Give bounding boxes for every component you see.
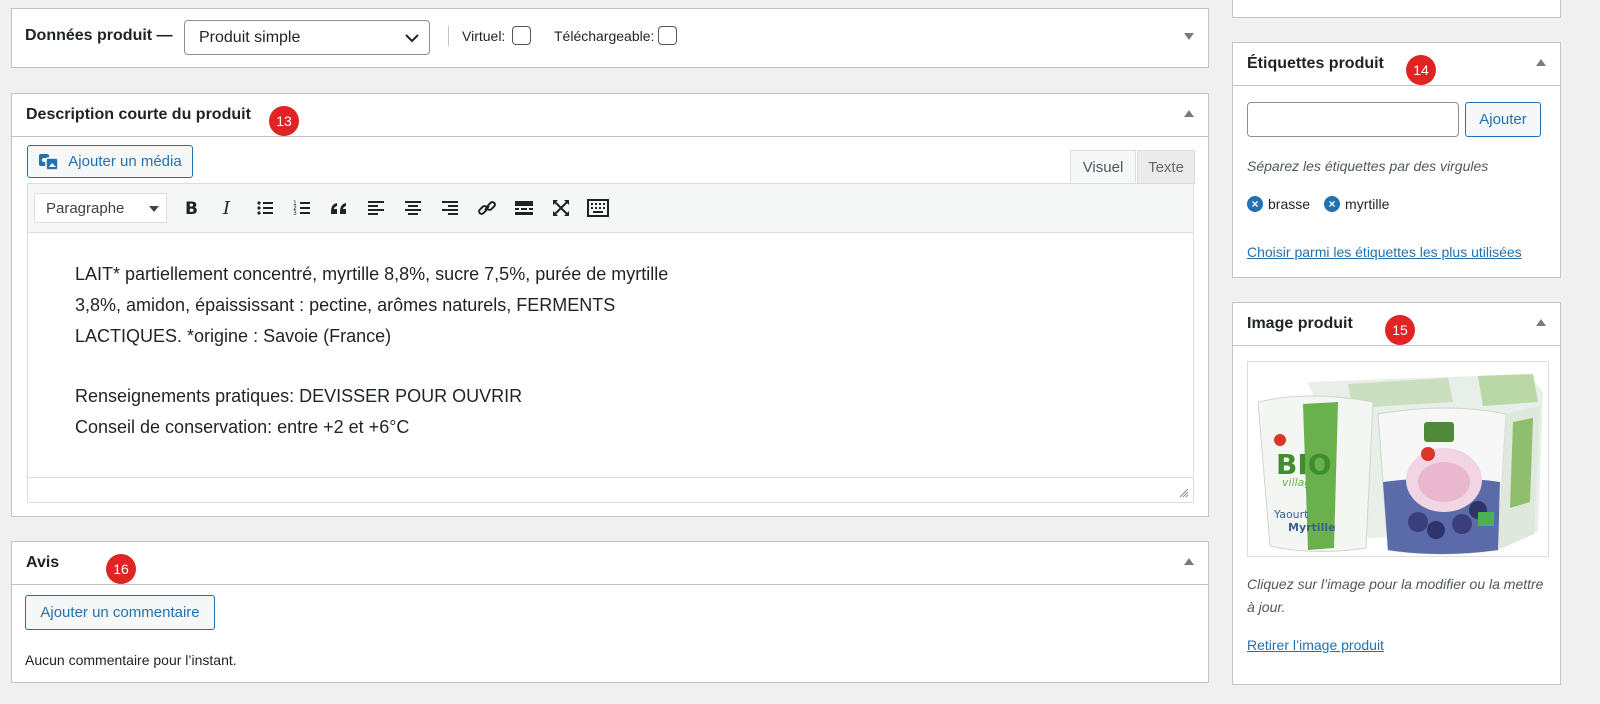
svg-text:B: B: [185, 199, 198, 218]
align-center-icon[interactable]: [400, 195, 426, 221]
editor-toolbar: Paragraphe B I 123: [28, 184, 1193, 233]
no-comments-text: Aucun commentaire pour l’instant.: [25, 652, 237, 668]
virtual-checkbox[interactable]: [512, 26, 531, 45]
toggle-panel-icon[interactable]: [1184, 33, 1194, 40]
tag-label: myrtille: [1345, 196, 1390, 212]
short-description-header: Description courte du produit 13: [12, 94, 1208, 137]
previous-sidebar-box: [1232, 0, 1561, 18]
blockquote-icon[interactable]: [326, 195, 352, 221]
toggle-panel-icon[interactable]: [1184, 558, 1194, 565]
reviews-box: Avis 16 Ajouter un commentaire Aucun com…: [11, 541, 1209, 683]
fullscreen-icon[interactable]: [548, 195, 574, 221]
add-tag-button[interactable]: Ajouter: [1465, 102, 1541, 137]
product-image[interactable]: BIO village Yaourt Myrtille: [1247, 361, 1549, 557]
content-line: Conseil de conservation: entre +2 et +6°…: [75, 417, 410, 437]
tab-text[interactable]: Texte: [1137, 150, 1195, 184]
annotation-badge-16: 16: [106, 554, 136, 584]
format-select[interactable]: Paragraphe: [34, 193, 167, 223]
product-data-title: Données produit —: [25, 27, 173, 44]
remove-tag-icon[interactable]: ×: [1247, 196, 1263, 212]
product-flavor-text: Myrtille: [1288, 521, 1336, 534]
format-select-value: Paragraphe: [46, 199, 125, 217]
product-image-box: Image produit 15 BIO village Yaourt Myrt…: [1232, 302, 1561, 685]
tag-list: × brasse × myrtille: [1247, 196, 1389, 212]
svg-text:3: 3: [293, 210, 297, 217]
content-line: LACTIQUES. *origine : Savoie (France): [75, 326, 392, 346]
numbered-list-icon[interactable]: 123: [289, 195, 315, 221]
media-icon: [39, 153, 60, 171]
chevron-down-icon: [405, 34, 419, 43]
add-tag-label: Ajouter: [1479, 111, 1527, 128]
virtual-label: Virtuel:: [462, 28, 506, 44]
tag-label: brasse: [1268, 196, 1311, 212]
toolbar-toggle-icon[interactable]: [585, 195, 611, 221]
italic-icon[interactable]: I: [215, 195, 241, 221]
product-data-box: Données produit — Produit simple Virtuel…: [11, 8, 1209, 68]
tag-item: × myrtille: [1324, 196, 1389, 212]
read-more-icon[interactable]: [511, 195, 537, 221]
add-comment-button[interactable]: Ajouter un commentaire: [25, 595, 215, 630]
divider: [448, 26, 449, 46]
remove-tag-icon[interactable]: ×: [1324, 196, 1341, 212]
resize-handle-icon[interactable]: [1179, 488, 1189, 498]
most-used-tags-link[interactable]: Choisir parmi les étiquettes les plus ut…: [1247, 244, 1522, 260]
toolbar-buttons: B I 123: [178, 195, 611, 221]
add-comment-label: Ajouter un commentaire: [40, 604, 200, 621]
content-line: 3,8%, amidon, épaississant : pectine, ar…: [75, 295, 616, 315]
product-image-header: Image produit 15: [1233, 303, 1560, 346]
editor-content[interactable]: LAIT* partiellement concentré, myrtille …: [28, 233, 1193, 477]
toggle-panel-icon[interactable]: [1536, 319, 1546, 326]
add-media-button[interactable]: Ajouter un média: [27, 145, 193, 178]
content-line: Renseignements pratiques: DEVISSER POUR …: [75, 386, 523, 406]
product-tags-header: Étiquettes produit 14: [1233, 43, 1560, 86]
yogurt-pack-image: BIO village Yaourt Myrtille: [1257, 374, 1543, 555]
bold-icon[interactable]: B: [178, 195, 204, 221]
product-name-text: Yaourt: [1273, 508, 1309, 521]
product-tags-title: Étiquettes produit: [1247, 55, 1384, 72]
reviews-title: Avis: [26, 554, 60, 571]
product-type-select[interactable]: Produit simple: [184, 20, 430, 55]
brand-sub-text: village: [1282, 476, 1318, 489]
reviews-header: Avis 16: [12, 542, 1208, 585]
tab-visual[interactable]: Visuel: [1070, 150, 1136, 184]
tag-input[interactable]: [1247, 102, 1459, 137]
align-left-icon[interactable]: [363, 195, 389, 221]
product-type-value: Produit simple: [199, 28, 301, 46]
caret-down-icon: [149, 206, 159, 212]
product-tags-box: Étiquettes produit 14 Ajouter Séparez le…: [1232, 42, 1561, 278]
link-icon[interactable]: [474, 195, 500, 221]
annotation-badge-13: 13: [269, 106, 299, 136]
tab-text-label: Texte: [1148, 159, 1184, 176]
svg-text:I: I: [222, 198, 231, 218]
product-image-title: Image produit: [1247, 315, 1353, 332]
tags-help-text: Séparez les étiquettes par des virgules: [1247, 158, 1489, 174]
annotation-badge-15: 15: [1385, 315, 1415, 345]
remove-product-image-link[interactable]: Retirer l’image produit: [1247, 637, 1384, 653]
downloadable-label: Téléchargeable:: [554, 28, 655, 44]
add-media-label: Ajouter un média: [68, 153, 182, 170]
product-image-help: Cliquez sur l’image pour la modifier ou …: [1247, 576, 1544, 615]
content-line: LAIT* partiellement concentré, myrtille …: [75, 264, 669, 284]
editor: Paragraphe B I 123 LAIT* partiellement c…: [27, 183, 1194, 503]
toggle-panel-icon[interactable]: [1184, 110, 1194, 117]
tag-item: × brasse: [1247, 196, 1310, 212]
editor-statusbar: [28, 477, 1193, 502]
toggle-panel-icon[interactable]: [1536, 59, 1546, 66]
short-description-box: Description courte du produit 13 Ajouter…: [11, 93, 1209, 517]
tab-visual-label: Visuel: [1082, 159, 1124, 176]
annotation-badge-14: 14: [1406, 55, 1436, 85]
bullet-list-icon[interactable]: [252, 195, 278, 221]
short-description-title: Description courte du produit: [26, 106, 251, 123]
align-right-icon[interactable]: [437, 195, 463, 221]
downloadable-checkbox[interactable]: [658, 26, 677, 45]
